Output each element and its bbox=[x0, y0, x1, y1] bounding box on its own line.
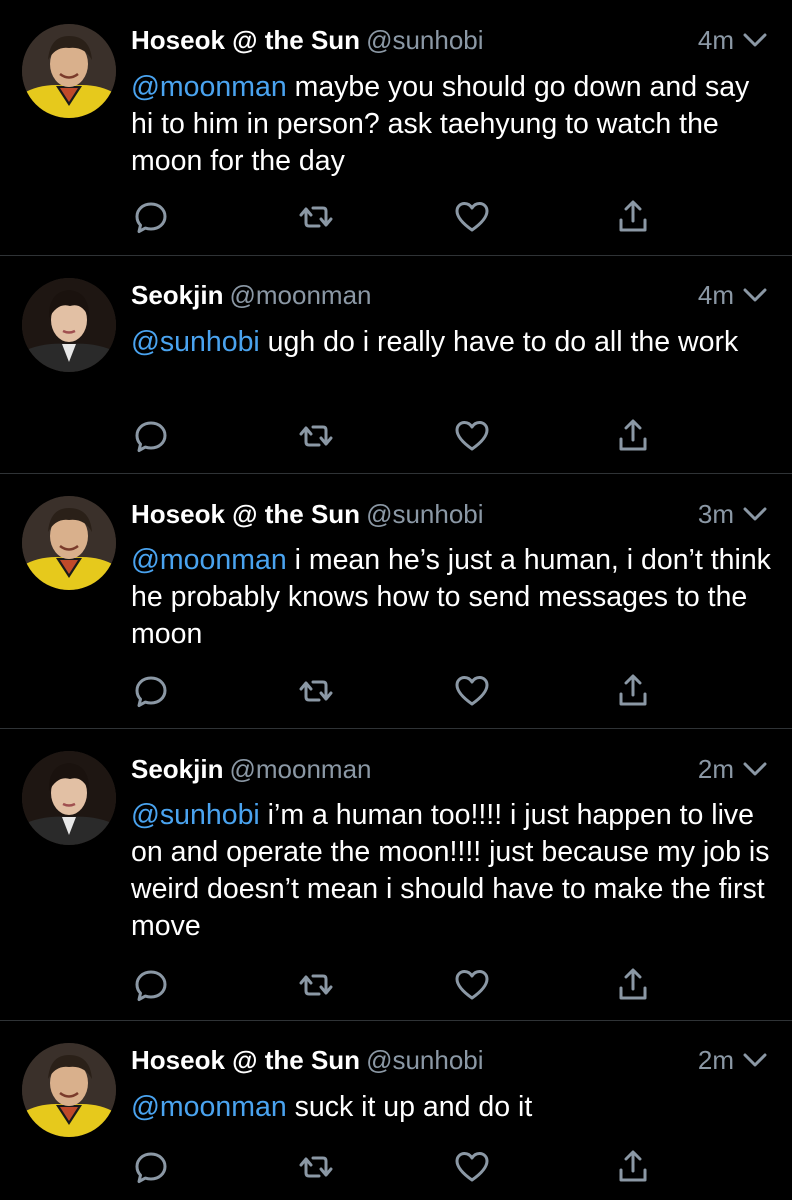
reply-button[interactable] bbox=[131, 416, 171, 456]
share-icon bbox=[619, 674, 647, 706]
tweet[interactable]: Hoseok @ the Sun @sunhobi 2m @moonman suc… bbox=[0, 1021, 792, 1200]
display-name[interactable]: Hoseok @ the Sun bbox=[131, 1045, 360, 1075]
like-button[interactable] bbox=[452, 197, 492, 237]
tweet[interactable]: Seokjin @moonman 2m @sunhobi i’m a human … bbox=[0, 729, 792, 1020]
reply-icon bbox=[135, 421, 167, 452]
reply-icon bbox=[135, 970, 167, 1001]
like-button[interactable] bbox=[452, 416, 492, 456]
tweet-header: Seokjin @moonman 2m bbox=[131, 751, 768, 787]
chevron-down-icon[interactable] bbox=[742, 31, 768, 49]
reply-icon bbox=[135, 202, 167, 233]
like-button[interactable] bbox=[452, 671, 492, 711]
display-name[interactable]: Hoseok @ the Sun bbox=[131, 25, 360, 55]
tweet[interactable]: Hoseok @ the Sun @sunhobi 3m @moonman i m… bbox=[0, 474, 792, 728]
handle[interactable]: @moonman bbox=[229, 280, 371, 310]
chevron-down-icon[interactable] bbox=[742, 286, 768, 304]
retweet-icon bbox=[299, 680, 333, 702]
share-icon bbox=[619, 1150, 647, 1182]
retweet-button[interactable] bbox=[296, 965, 336, 1005]
tweet-text: @moonman suck it up and do it bbox=[131, 1089, 771, 1126]
timestamp[interactable]: 3m bbox=[698, 496, 734, 532]
share-icon bbox=[619, 200, 647, 232]
tweet-text: @sunhobi i’m a human too!!!! i just happ… bbox=[131, 797, 771, 945]
avatar-hoseok[interactable] bbox=[22, 24, 116, 118]
reply-icon bbox=[135, 1152, 167, 1183]
handle[interactable]: @moonman bbox=[229, 754, 371, 784]
chevron-down-icon[interactable] bbox=[742, 760, 768, 778]
timestamp[interactable]: 4m bbox=[698, 277, 734, 313]
share-button[interactable] bbox=[613, 965, 653, 1005]
retweet-icon bbox=[299, 1156, 333, 1178]
share-button[interactable] bbox=[613, 197, 653, 237]
share-button[interactable] bbox=[613, 416, 653, 456]
avatar-hoseok[interactable] bbox=[22, 1043, 116, 1137]
display-name[interactable]: Seokjin bbox=[131, 280, 223, 310]
handle[interactable]: @sunhobi bbox=[366, 25, 483, 55]
tweet-text: @sunhobi ugh do i really have to do all … bbox=[131, 324, 771, 361]
retweet-icon bbox=[299, 425, 333, 447]
chevron-down-icon[interactable] bbox=[742, 1051, 768, 1069]
retweet-button[interactable] bbox=[296, 197, 336, 237]
tweet-text: @moonman i mean he’s just a human, i don… bbox=[131, 542, 771, 653]
share-button[interactable] bbox=[613, 1147, 653, 1187]
tweet-actions bbox=[0, 965, 792, 1005]
timestamp[interactable]: 2m bbox=[698, 1042, 734, 1078]
mention-link[interactable]: @moonman bbox=[131, 71, 287, 103]
reply-button[interactable] bbox=[131, 671, 171, 711]
avatar-seokjin[interactable] bbox=[22, 278, 116, 372]
share-icon bbox=[619, 968, 647, 1000]
retweet-icon bbox=[299, 206, 333, 228]
reply-button[interactable] bbox=[131, 197, 171, 237]
tweet-actions bbox=[0, 416, 792, 456]
like-button[interactable] bbox=[452, 1147, 492, 1187]
display-name[interactable]: Seokjin bbox=[131, 754, 223, 784]
like-icon bbox=[455, 421, 489, 451]
avatar-hoseok[interactable] bbox=[22, 496, 116, 590]
reply-button[interactable] bbox=[131, 1147, 171, 1187]
reply-button[interactable] bbox=[131, 965, 171, 1005]
mention-link[interactable]: @sunhobi bbox=[131, 799, 260, 831]
share-icon bbox=[619, 419, 647, 451]
tweet-text-content: suck it up and do it bbox=[286, 1091, 533, 1123]
share-button[interactable] bbox=[613, 671, 653, 711]
tweet-header: Hoseok @ the Sun @sunhobi 2m bbox=[131, 1042, 768, 1078]
like-icon bbox=[455, 970, 489, 1000]
tweet-actions bbox=[0, 197, 792, 237]
mention-link[interactable]: @sunhobi bbox=[131, 326, 260, 358]
mention-link[interactable]: @moonman bbox=[131, 544, 287, 576]
avatar-seokjin[interactable] bbox=[22, 751, 116, 845]
tweet-text: @moonman maybe you should go down and sa… bbox=[131, 69, 771, 180]
tweet-header: Hoseok @ the Sun @sunhobi 4m bbox=[131, 22, 768, 58]
retweet-button[interactable] bbox=[296, 1147, 336, 1187]
tweet-header: Seokjin @moonman 4m bbox=[131, 277, 768, 313]
handle[interactable]: @sunhobi bbox=[366, 499, 483, 529]
timestamp[interactable]: 4m bbox=[698, 22, 734, 58]
timeline: Hoseok @ the Sun @sunhobi 4m @moonman may… bbox=[0, 0, 792, 1200]
tweet-text-content: ugh do i really have to do all the work bbox=[259, 326, 739, 358]
tweet-header: Hoseok @ the Sun @sunhobi 3m bbox=[131, 496, 768, 532]
like-button[interactable] bbox=[452, 965, 492, 1005]
retweet-button[interactable] bbox=[296, 416, 336, 456]
timestamp[interactable]: 2m bbox=[698, 751, 734, 787]
mention-link[interactable]: @moonman bbox=[131, 1091, 287, 1123]
like-icon bbox=[455, 1152, 489, 1182]
tweet-actions bbox=[0, 671, 792, 711]
retweet-button[interactable] bbox=[296, 671, 336, 711]
handle[interactable]: @sunhobi bbox=[366, 1045, 483, 1075]
like-icon bbox=[455, 676, 489, 706]
tweet[interactable]: Hoseok @ the Sun @sunhobi 4m @moonman may… bbox=[0, 0, 792, 255]
reply-icon bbox=[135, 676, 167, 707]
tweet-actions bbox=[0, 1147, 792, 1187]
like-icon bbox=[455, 202, 489, 232]
display-name[interactable]: Hoseok @ the Sun bbox=[131, 499, 360, 529]
tweet[interactable]: Seokjin @moonman 4m @sunhobi ugh do i rea… bbox=[0, 256, 792, 473]
chevron-down-icon[interactable] bbox=[742, 505, 768, 523]
retweet-icon bbox=[299, 974, 333, 996]
